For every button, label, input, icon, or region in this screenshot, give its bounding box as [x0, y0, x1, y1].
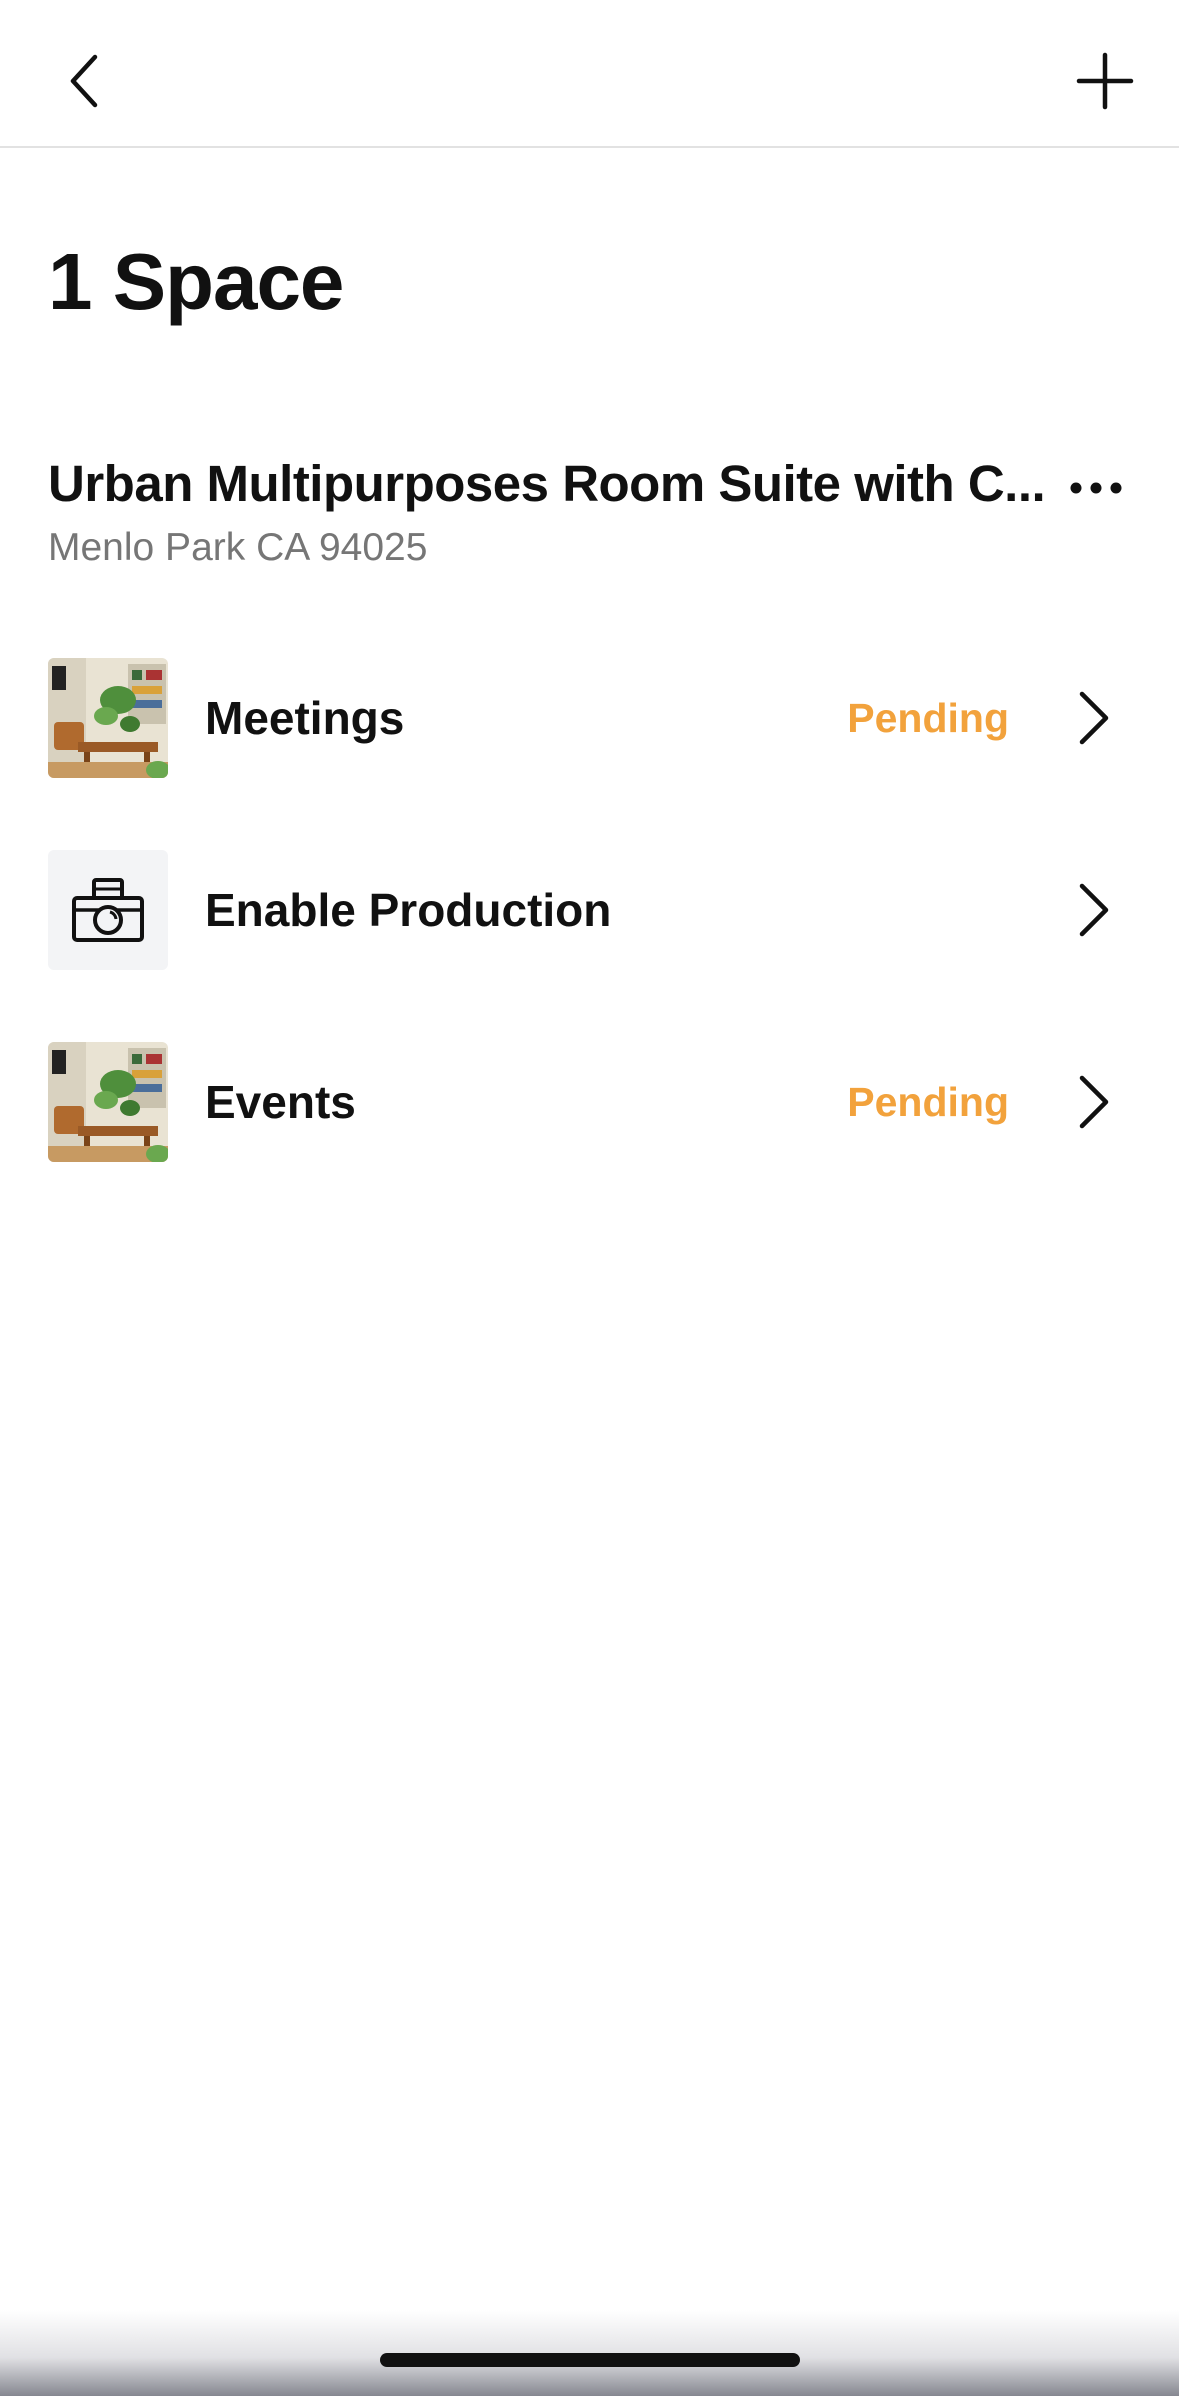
list-item-label: Enable Production [205, 884, 612, 936]
room-photo-image [48, 658, 168, 778]
space-name[interactable]: Urban Multipurposes Room Suite with C... [48, 452, 1048, 516]
list-item-label: Events [205, 1076, 356, 1128]
app-screen: 1 Space Urban Multipurposes Room Suite w… [0, 0, 1179, 2396]
more-horizontal-icon [1070, 482, 1122, 494]
status-badge: Pending [847, 1079, 1009, 1125]
list-item-events[interactable]: Events Pending [0, 1042, 1179, 1164]
back-button[interactable] [40, 36, 130, 126]
production-thumbnail [48, 850, 168, 970]
space-address: Menlo Park CA 94025 [48, 526, 428, 569]
space-more-button[interactable] [1060, 448, 1132, 528]
list-item-meetings[interactable]: Meetings Pending [0, 658, 1179, 780]
home-indicator[interactable] [380, 2353, 800, 2367]
list-item-enable-production[interactable]: Enable Production [0, 850, 1179, 972]
page-title: 1 Space [48, 237, 344, 326]
status-badge: Pending [847, 695, 1009, 741]
plus-icon [1076, 52, 1134, 110]
space-header: Urban Multipurposes Room Suite with C...… [48, 452, 1048, 574]
chevron-right-icon [1079, 1075, 1109, 1129]
navigation-bar [0, 0, 1179, 148]
room-photo-thumbnail [48, 658, 168, 778]
chevron-left-icon [70, 54, 98, 108]
room-photo-thumbnail [48, 1042, 168, 1162]
chevron-right-icon [1079, 691, 1109, 745]
listing-type-list: Meetings Pending Enable Production Event… [0, 658, 1179, 1234]
list-item-label: Meetings [205, 692, 405, 744]
add-button[interactable] [1060, 36, 1150, 126]
chevron-right-icon [1079, 883, 1109, 937]
camera-icon [72, 878, 144, 942]
room-photo-image [48, 1042, 168, 1162]
